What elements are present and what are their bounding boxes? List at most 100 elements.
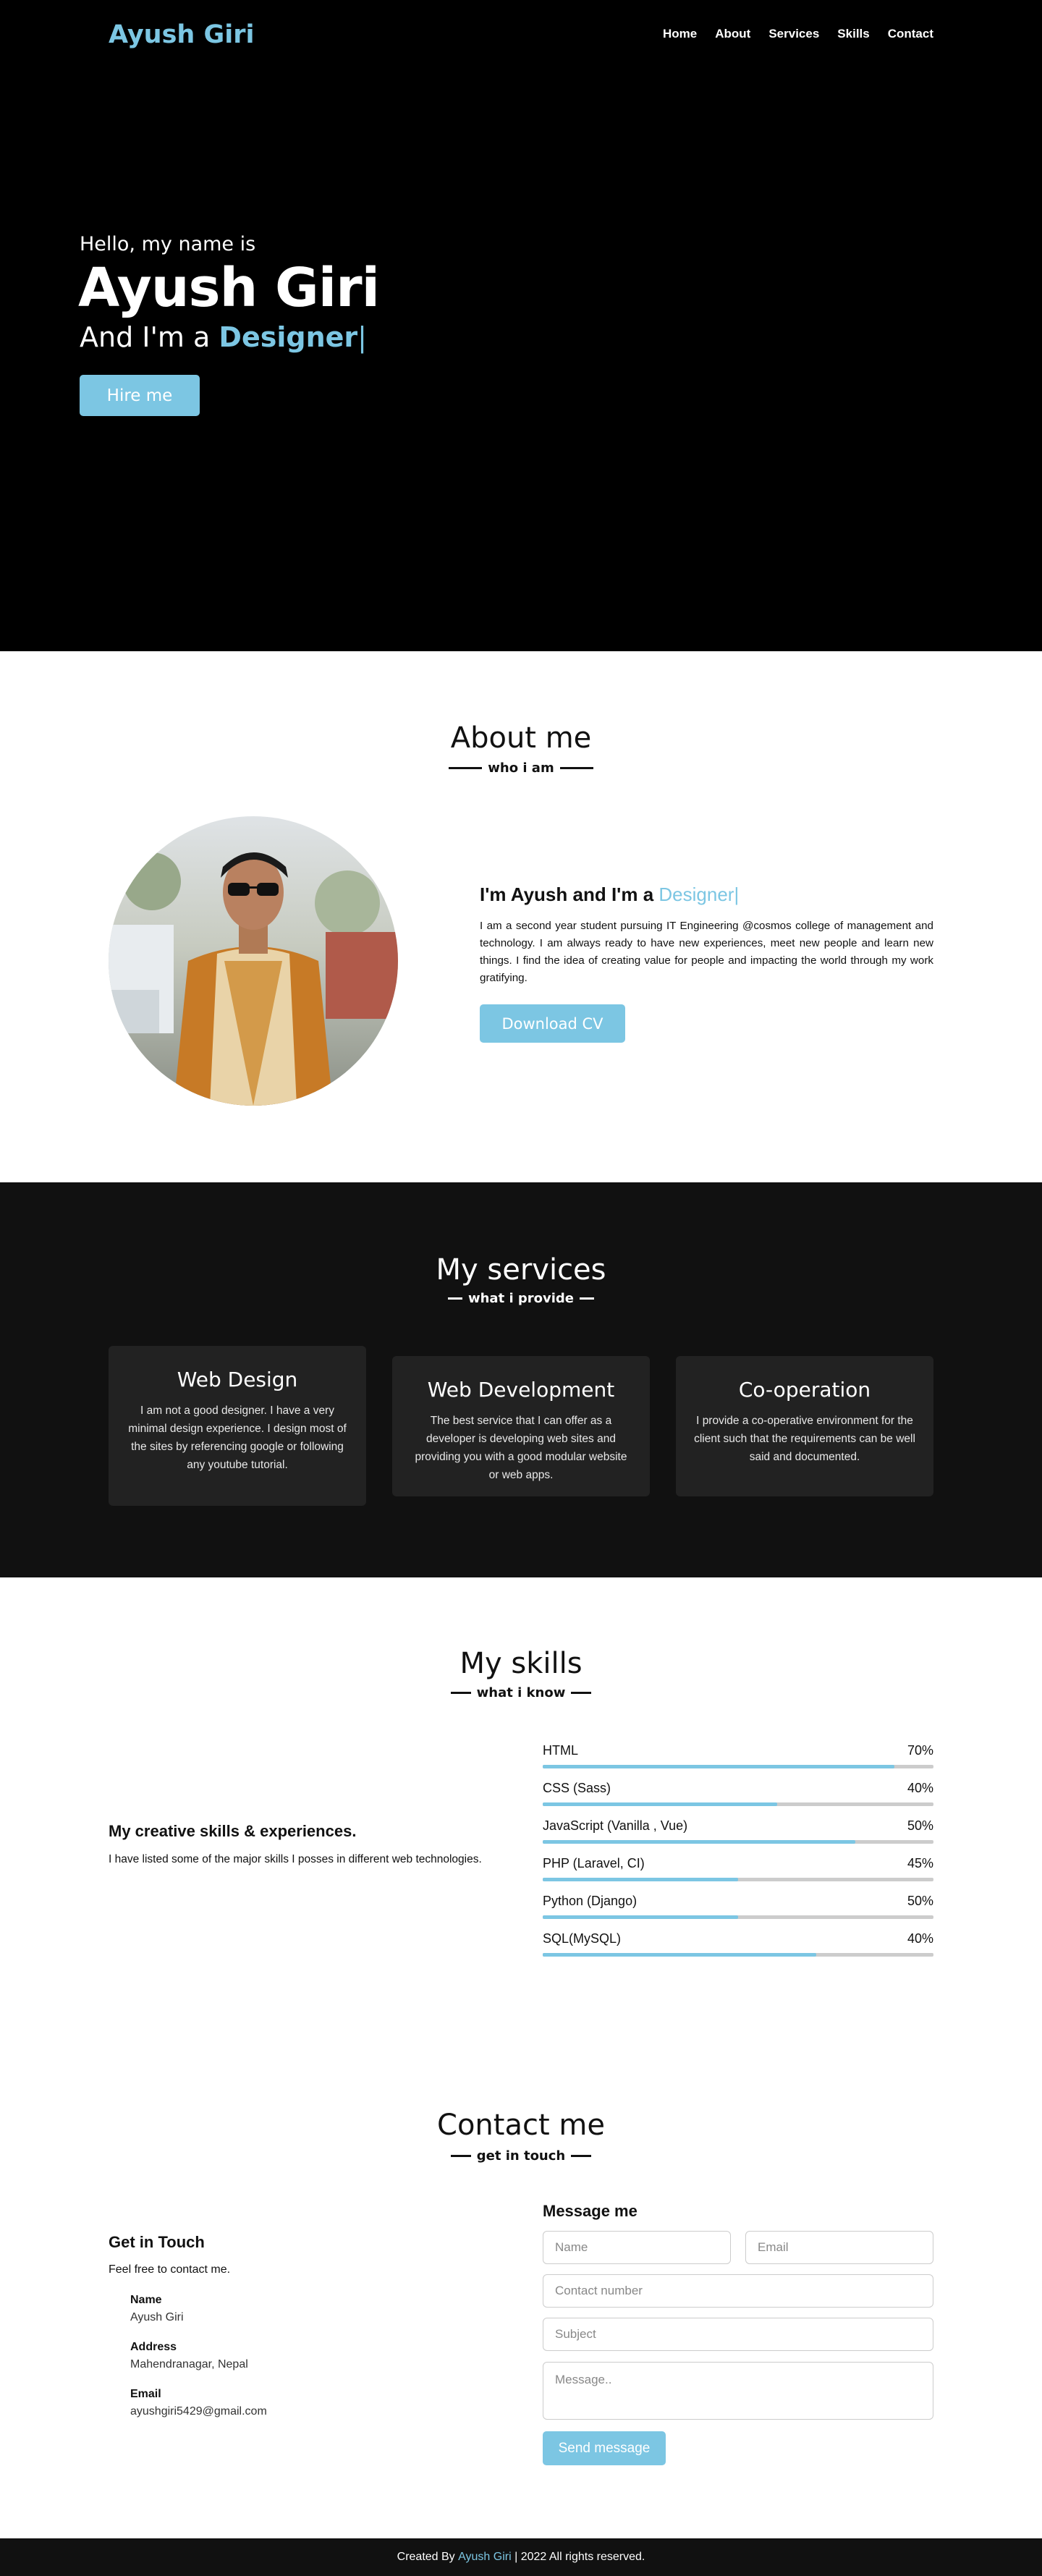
hero-role-prefix: And I'm a [80,321,211,353]
skill-bar [543,1953,933,1957]
about-subtitle-text: who i am [488,760,554,776]
skill-html: HTML 70% [543,1743,933,1768]
contact-info-name: Name Ayush Giri [130,2294,184,2324]
info-value: Mahendranagar, Nepal [130,2358,248,2370]
services-subtitle: what i provide [0,1291,1042,1306]
divider-line [450,2155,471,2157]
hero-greeting: Hello, my name is [80,233,256,255]
nav-skills[interactable]: Skills [837,27,869,41]
about-title: About me [450,721,592,755]
nav-services[interactable]: Services [768,27,819,41]
services-title: My services [436,1253,606,1287]
nav-menu: Home About Services Skills Contact [645,27,933,41]
skill-bar [543,1840,933,1844]
services-section: My services what i provide Web Design I … [0,1182,1042,1577]
skill-bar-fill [543,1878,738,1881]
download-cv-button[interactable]: Download CV [480,1004,625,1043]
hero-section: Hello, my name is Ayush Giri And I'm a D… [0,0,1042,651]
footer-prefix: Created By [397,2551,455,2563]
service-card-co-operation[interactable]: Co-operation I provide a co-operative en… [676,1356,933,1496]
skill-bar [543,1765,933,1768]
skill-percent: 40% [907,1781,933,1795]
skills-subtitle: what i know [0,1685,1042,1700]
divider-line [580,1297,595,1300]
service-card-title: Web Development [427,1378,615,1402]
service-card-text: I am not a good designer. I have a very … [128,1404,347,1471]
services-subtitle-text: what i provide [467,1291,575,1306]
divider-line [571,1692,592,1694]
nav-about[interactable]: About [715,27,750,41]
skill-sql: SQL(MySQL) 40% [543,1931,933,1957]
footer: Created By Ayush Giri | 2022 All rights … [0,2538,1042,2576]
service-card-web-design[interactable]: Web Design I am not a good designer. I h… [109,1346,366,1506]
service-card-web-development[interactable]: Web Development The best service that I … [392,1356,650,1496]
nav-home[interactable]: Home [663,27,697,41]
skill-javascript: JavaScript (Vanilla , Vue) 50% [543,1818,933,1844]
divider-line [559,767,593,769]
contact-info-email: Email ayushgiri5429@gmail.com [130,2388,267,2418]
skill-css: CSS (Sass) 40% [543,1781,933,1806]
skill-percent: 70% [907,1743,933,1758]
skill-bar [543,1802,933,1806]
skill-name: SQL(MySQL) [543,1931,622,1946]
get-in-touch-heading: Get in Touch [109,2233,205,2251]
about-heading: I'm Ayush and I'm a Designer| [480,884,739,906]
hero-role: And I'm a Designer| [80,321,367,353]
message-me-heading: Message me [543,2202,638,2220]
skill-bar-fill [543,1915,738,1919]
skill-name: JavaScript (Vanilla , Vue) [543,1818,688,1833]
service-card-text: The best service that I can offer as a d… [415,1415,627,1481]
info-value: Ayush Giri [130,2311,184,2323]
contact-subtitle-text: get in touch [476,2148,566,2164]
skill-percent: 45% [907,1856,933,1870]
footer-suffix: | 2022 All rights reserved. [514,2551,645,2563]
send-message-button[interactable]: Send message [543,2431,666,2465]
info-label: Address [130,2341,177,2353]
skills-paragraph: I have listed some of the major skills I… [109,1853,482,1865]
name-input[interactable]: Name [543,2231,731,2264]
about-subtitle: who i am [0,760,1042,776]
skill-bar-fill [543,1953,816,1957]
skill-bar-fill [543,1840,855,1844]
service-card-title: Web Design [177,1368,298,1391]
info-value[interactable]: ayushgiri5429@gmail.com [130,2405,267,2418]
hero-name: Ayush Giri [78,257,380,319]
divider-line [449,767,483,769]
profile-photo-illustration [109,816,398,1106]
footer-author-link[interactable]: Ayush Giri [458,2551,512,2564]
hero-role-typed: Designer [219,321,358,353]
divider-line [447,1297,462,1300]
hire-me-button[interactable]: Hire me [80,375,200,416]
skills-heading: My creative skills & experiences. [109,1822,357,1840]
skill-percent: 40% [907,1931,933,1946]
typing-cursor: | [357,321,367,353]
skill-php: PHP (Laravel, CI) 45% [543,1856,933,1881]
info-label: Name [130,2294,162,2306]
about-heading-typed: Designer| [658,884,740,905]
skill-python: Python (Django) 50% [543,1894,933,1919]
contact-title: Contact me [437,2109,605,2142]
subject-input[interactable]: Subject [543,2318,933,2351]
skill-name: Python (Django) [543,1894,638,1908]
nav-contact[interactable]: Contact [888,27,933,41]
contact-subtitle: get in touch [0,2148,1042,2164]
skill-name: CSS (Sass) [543,1781,611,1795]
brand-logo[interactable]: Ayush Giri [109,20,255,49]
divider-line [571,2155,592,2157]
skills-title: My skills [459,1647,583,1680]
skill-name: HTML [543,1743,578,1758]
about-heading-prefix: I'm Ayush and I'm a [480,884,654,905]
skills-subtitle-text: what i know [476,1685,566,1700]
divider-line [450,1692,471,1694]
contact-number-input[interactable]: Contact number [543,2274,933,2308]
message-textarea[interactable]: Message.. [543,2362,933,2420]
service-card-text: I provide a co-operative environment for… [694,1415,915,1463]
skill-percent: 50% [907,1894,933,1908]
contact-info-address: Address Mahendranagar, Nepal [130,2341,248,2371]
skill-bar [543,1878,933,1881]
info-label: Email [130,2388,161,2400]
skill-bar [543,1915,933,1919]
email-input[interactable]: Email [745,2231,933,2264]
service-card-title: Co-operation [738,1378,871,1402]
about-paragraph: I am a second year student pursuing IT E… [480,920,933,984]
